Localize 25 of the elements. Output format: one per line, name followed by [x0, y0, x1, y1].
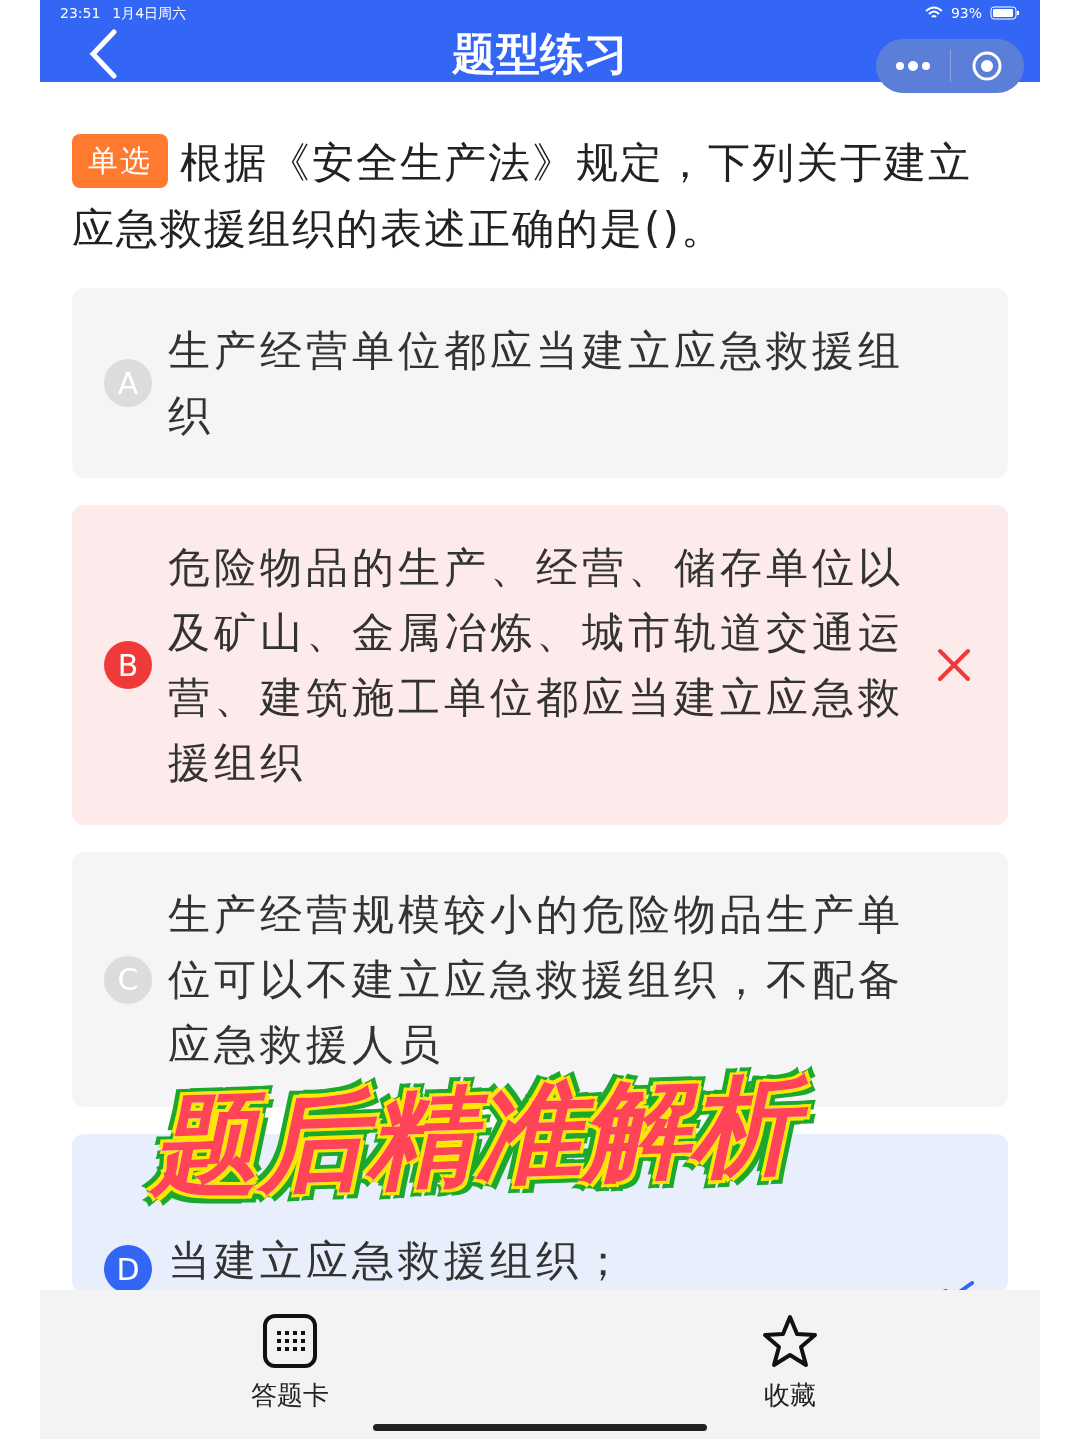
more-icon — [894, 61, 931, 71]
back-icon — [88, 29, 118, 79]
wifi-icon — [924, 6, 943, 20]
battery-icon — [990, 6, 1020, 20]
close-icon — [937, 648, 971, 682]
tab-button[interactable]: 答题卡 — [40, 1290, 540, 1439]
option-text: 生产经营规模较小的危险物品生产单位可以不建立应急救援组织，不配备应急救援人员 — [168, 889, 905, 1071]
type-badge: 单选 — [72, 134, 168, 188]
target-icon — [971, 50, 1004, 82]
option-text: 危险物品的生产、经营、储存单位以及矿山、金属冶炼、城市轨道交通运营、建筑施工单位都应当建立应急救援组织 — [168, 542, 905, 789]
tab-label: 答题卡 — [251, 1379, 329, 1412]
battery-percent: 93% — [950, 3, 982, 23]
grid-icon — [263, 1314, 317, 1368]
page-title: 题型练习 — [452, 27, 628, 81]
tab-label: 收藏 — [764, 1379, 816, 1412]
tab-button[interactable]: 收藏 — [540, 1290, 1040, 1439]
option-card[interactable]: B 危险物品的生产、经营、储存单位以及矿山、金属冶炼、城市轨道交通运营、建筑施工单位都应当建立应急救援组织 — [72, 505, 1008, 825]
question-text: 单选 根据《安全生产法》规定，下列关于建立应急救援组织的表述正确的是()。 — [72, 130, 1008, 262]
status-date: 1月4日周六 — [112, 3, 187, 23]
option-letter: D — [104, 1245, 152, 1290]
option-text: 生产经营单位都应当建立应急救援组织 — [168, 325, 905, 442]
star-icon — [762, 1314, 818, 1368]
status-time: 23:51 — [60, 3, 101, 23]
option-text: 当建立应急救援组织； — [168, 1235, 629, 1287]
option-letter: B — [104, 641, 152, 689]
